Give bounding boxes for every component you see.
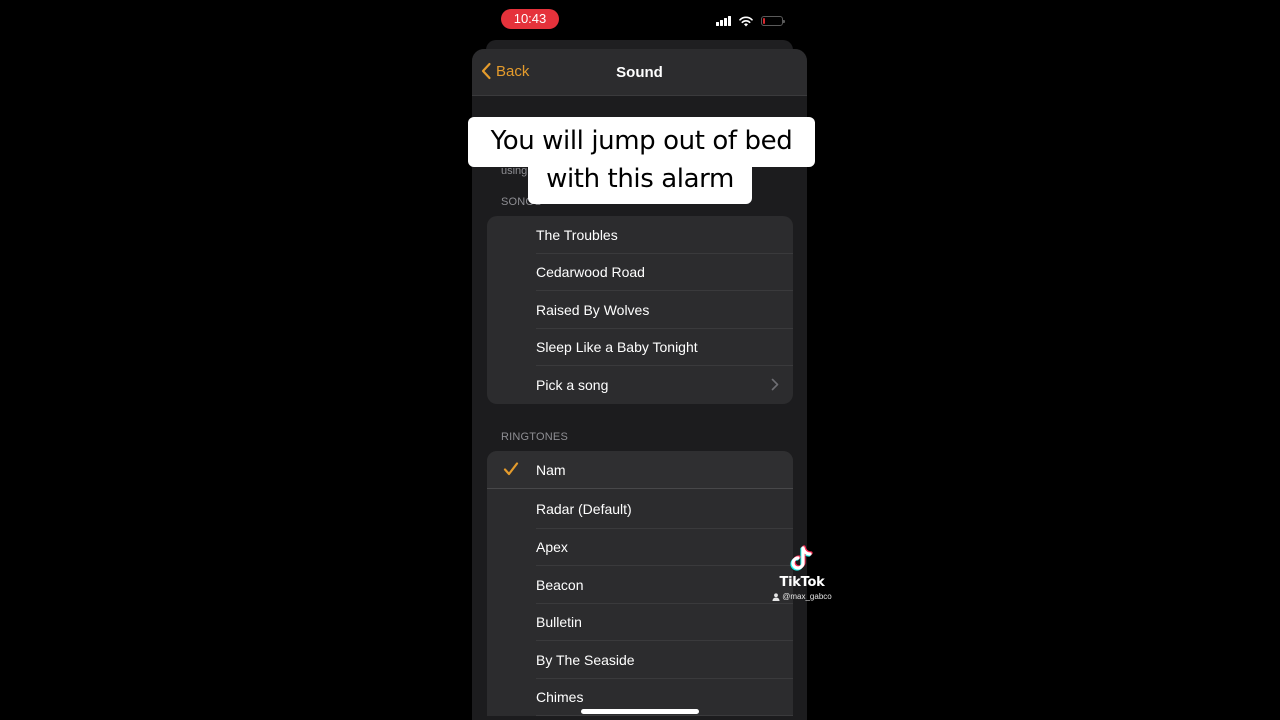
tiktok-watermark: TikTok @max_gabco <box>766 545 838 601</box>
ringtone-label: Radar (Default) <box>536 500 632 517</box>
ringtone-label: By The Seaside <box>536 651 635 668</box>
ringtone-row[interactable]: Bulletin <box>487 604 793 641</box>
row-divider <box>536 715 793 716</box>
song-row[interactable]: Sleep Like a Baby Tonight <box>487 329 793 366</box>
ringtones-section-header: RINGTONES <box>501 431 568 443</box>
ringtone-label: Bulletin <box>536 614 582 631</box>
tiktok-logo-icon <box>790 545 813 571</box>
ringtone-row[interactable]: Apex <box>487 529 793 566</box>
ringtone-row[interactable]: Beacon <box>487 566 793 604</box>
caption-line2: with this alarm <box>546 164 734 194</box>
ringtones-group: Nam Radar (Default) Apex Beacon Bulletin… <box>487 451 793 716</box>
ringtone-row-selected[interactable]: Nam <box>487 451 793 489</box>
song-label: Sleep Like a Baby Tonight <box>536 339 698 356</box>
home-indicator[interactable] <box>581 709 699 714</box>
wifi-icon <box>738 16 753 26</box>
song-row[interactable]: Cedarwood Road <box>487 254 793 291</box>
signal-icon <box>716 16 731 26</box>
ringtone-row[interactable]: By The Seaside <box>487 641 793 679</box>
checkmark-icon <box>503 462 519 476</box>
pick-a-song-label: Pick a song <box>536 376 609 393</box>
status-icons <box>716 13 785 29</box>
battery-icon <box>760 16 785 26</box>
song-row[interactable]: The Troubles <box>487 216 793 254</box>
tiktok-brand: TikTok <box>779 575 825 590</box>
song-label: Cedarwood Road <box>536 264 645 281</box>
ringtone-label: Apex <box>536 539 568 556</box>
pick-a-song-row[interactable]: Pick a song <box>487 366 793 404</box>
user-icon <box>772 592 780 601</box>
page-title: Sound <box>616 64 663 81</box>
songs-group: The Troubles Cedarwood Road Raised By Wo… <box>487 216 793 404</box>
caption-line1: You will jump out of bed <box>490 126 793 156</box>
tiktok-username-row: @max_gabco <box>766 592 838 601</box>
ringtone-label: Beacon <box>536 576 584 593</box>
tiktok-username: @max_gabco <box>782 592 832 601</box>
ringtone-label: Nam <box>536 462 566 478</box>
navigation-bar: Back Sound <box>472 49 807 96</box>
song-label: The Troubles <box>536 226 618 243</box>
status-time: 10:43 <box>501 9 559 29</box>
song-row[interactable]: Raised By Wolves <box>487 291 793 329</box>
ringtone-row[interactable]: Radar (Default) <box>487 489 793 529</box>
ringtone-label: Chimes <box>536 689 584 706</box>
chevron-right-icon <box>771 378 779 391</box>
song-label: Raised By Wolves <box>536 301 650 318</box>
